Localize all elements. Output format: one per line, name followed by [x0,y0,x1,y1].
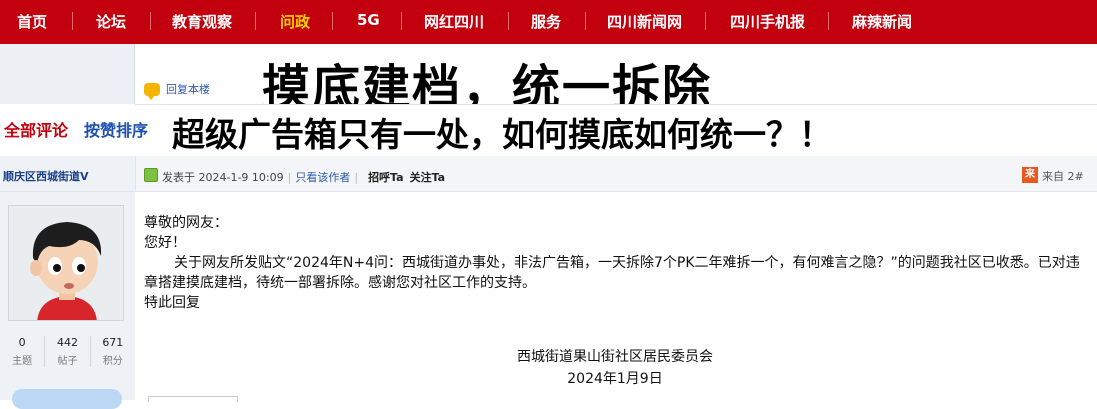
nav-item-wenzheng[interactable]: 问政 [280,11,310,32]
stat-points[interactable]: 671 积分 [91,336,135,367]
stat-points-label: 积分 [102,356,123,367]
signature-org: 西城街道果山街社区居民委员会 [517,349,713,365]
stat-topics[interactable]: 0 主题 [0,336,46,367]
tab-sort-by-likes[interactable]: 按赞排序 [84,117,148,141]
nav-divider [72,12,73,30]
post-meta: 发表于 2024-1-9 10:09 | 只看该作者 | 招呼Ta 关注Ta [162,169,445,185]
cartoon-avatar-icon [9,206,123,320]
signature-date: 2024年1月9日 [567,371,663,387]
post-closing: 特此回复 [144,295,200,311]
nav-item-wanghong-sichuan[interactable]: 网红四川 [424,11,484,32]
nav-divider [585,12,586,30]
nav-item-sichuan-mobile[interactable]: 四川手机报 [730,11,805,32]
speech-bubble-icon [144,82,160,100]
stat-topics-label: 主题 [12,356,33,367]
source-icon: 来 [1022,167,1038,183]
nav-item-home[interactable]: 首页 [17,11,47,32]
stat-points-value: 671 [102,336,124,349]
nav-divider [332,12,333,30]
overlay-headline-2: 超级广告箱只有一处，如何摸底如何统一？！ [172,115,832,154]
nav-divider [150,12,151,30]
sidebar-top-panel [0,44,135,104]
nav-divider [828,12,829,30]
username-link[interactable]: 顺庆区西城街道V [3,168,89,184]
stat-posts-value: 442 [56,336,78,349]
reply-floor-label[interactable]: 回复本楼 [166,81,210,97]
meta-divider: | [287,171,292,184]
sidebar-action-button[interactable] [12,389,122,409]
meta-divider: | [354,171,359,184]
nav-divider [705,12,706,30]
nav-item-mala-news[interactable]: 麻辣新闻 [852,11,912,32]
nav-item-5g[interactable]: 5G [357,11,380,29]
tab-all-comments[interactable]: 全部评论 [4,117,68,141]
nav-divider [508,12,509,30]
only-author-link[interactable]: 只看该作者 [295,171,350,184]
reply-floor-link[interactable]: 回复本楼 [144,81,210,100]
floor-number[interactable]: 来自 2# [1042,168,1084,184]
follow-button[interactable]: 关注Ta [410,171,446,184]
post-body: 尊敬的网友： 您好！ 关于网友所发贴文“2024年N+4问：西城街道办事处，非法… [144,213,1084,313]
quote-box-edge [148,396,238,402]
post-greeting: 您好！ [144,235,186,251]
nav-item-service[interactable]: 服务 [531,11,561,32]
greet-button[interactable]: 招呼Ta [368,171,404,184]
nav-divider [401,12,402,30]
stat-topics-value: 0 [18,336,26,349]
avatar[interactable] [8,205,124,321]
post-signature: 西城街道果山街社区居民委员会 2024年1月9日 [505,347,725,389]
nav-item-forum[interactable]: 论坛 [96,11,126,32]
online-status-icon [144,168,158,182]
post-salutation: 尊敬的网友： [144,215,228,231]
stat-posts-label: 帖子 [57,356,78,367]
top-nav-bar: 首页 论坛 教育观察 问政 5G 网红四川 服务 四川新闻网 四川手机报 麻辣新… [0,0,1097,44]
post-timestamp: 发表于 2024-1-9 10:09 [162,171,284,184]
nav-item-sichuan-news[interactable]: 四川新闻网 [607,11,682,32]
user-stats: 0 主题 442 帖子 671 积分 [0,336,135,367]
nav-item-education[interactable]: 教育观察 [172,11,232,32]
post-paragraph: 关于网友所发贴文“2024年N+4问：西城街道办事处，非法广告箱，一天拆除7个P… [144,255,1080,291]
stat-posts[interactable]: 442 帖子 [45,336,91,367]
nav-divider [255,12,256,30]
